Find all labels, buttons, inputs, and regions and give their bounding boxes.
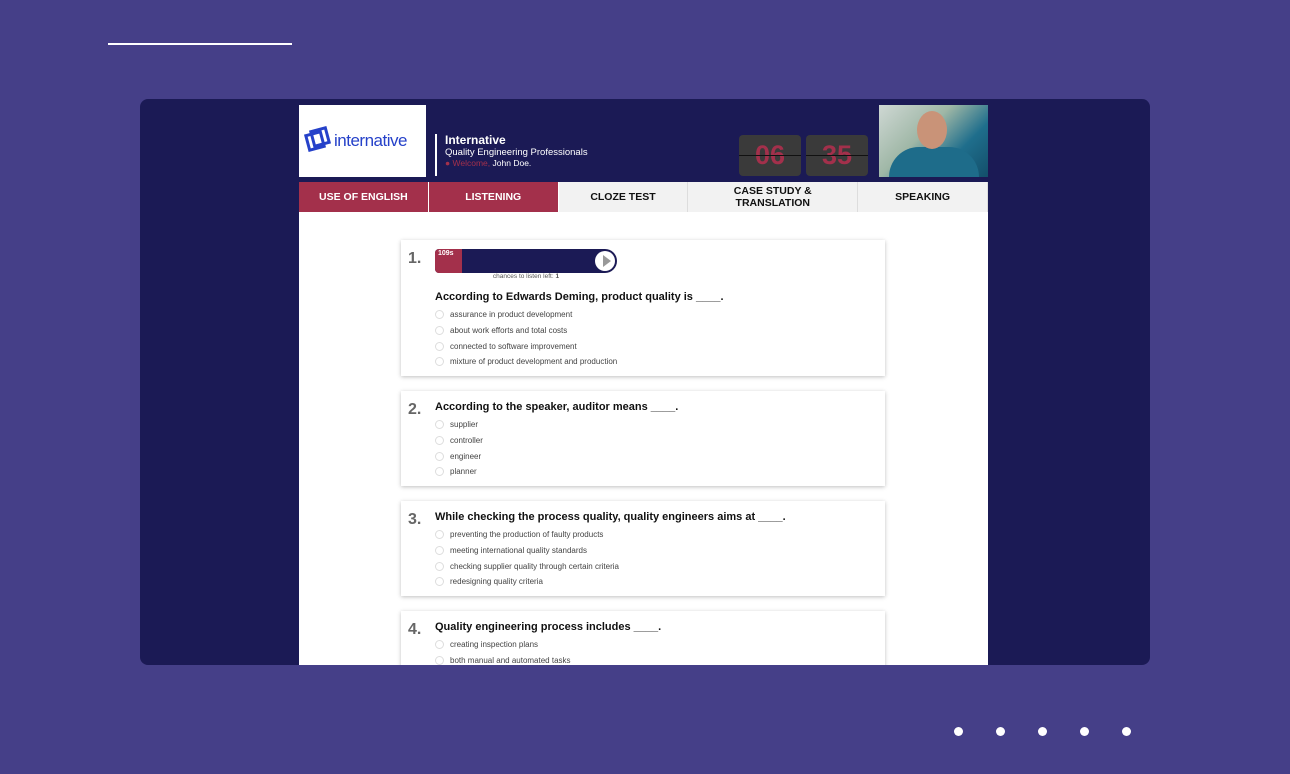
play-icon: [602, 255, 611, 267]
option-label: about work efforts and total costs: [450, 326, 568, 336]
radio-button[interactable]: [435, 310, 444, 320]
tab-cloze-test[interactable]: CLOZE TEST: [559, 182, 689, 212]
tab-listening[interactable]: LISTENING: [428, 182, 559, 212]
option-label: creating inspection plans: [450, 640, 539, 650]
answer-option[interactable]: supplier: [435, 417, 483, 433]
answer-option[interactable]: connected to software improvement: [435, 338, 617, 354]
logo-icon: [303, 125, 332, 154]
question-text: While checking the process quality, qual…: [435, 511, 786, 523]
options: supplier controller engineer planner: [435, 417, 483, 480]
audio-time: 109s: [438, 250, 454, 257]
webcam-preview: [879, 105, 988, 177]
section-tabs: USE OF ENGLISH LISTENING CLOZE TEST CASE…: [299, 182, 988, 212]
option-label: meeting international quality standards: [450, 546, 587, 556]
answer-option[interactable]: preventing the production of faulty prod…: [435, 527, 619, 543]
answer-option[interactable]: assurance in product development: [435, 307, 617, 323]
decorative-line: [108, 43, 292, 45]
exam-page: internative Internative Quality Engineer…: [299, 99, 988, 665]
radio-button[interactable]: [435, 420, 444, 430]
brand-info: Internative Quality Engineering Professi…: [445, 133, 588, 168]
audio-player[interactable]: 109s: [435, 249, 617, 273]
answer-option[interactable]: both manual and automated tasks: [435, 653, 571, 665]
answer-option[interactable]: mixture of product development and produ…: [435, 354, 617, 370]
radio-button[interactable]: [435, 530, 444, 540]
option-label: controller: [450, 436, 483, 446]
option-label: redesigning quality criteria: [450, 577, 543, 587]
option-label: assurance in product development: [450, 310, 573, 320]
radio-button[interactable]: [435, 436, 444, 446]
radio-button[interactable]: [435, 467, 444, 477]
answer-option[interactable]: checking supplier quality through certai…: [435, 558, 619, 574]
dot[interactable]: [996, 727, 1005, 736]
user-name: John Doe.: [492, 158, 532, 168]
chances-count: 1: [555, 273, 560, 280]
option-label: both manual and automated tasks: [450, 656, 571, 665]
welcome-line: ● Welcome, John Doe.: [445, 158, 588, 168]
dot[interactable]: [1080, 727, 1089, 736]
option-label: mixture of product development and produ…: [450, 357, 618, 367]
logo-text: internative: [334, 131, 407, 150]
answer-option[interactable]: about work efforts and total costs: [435, 323, 617, 339]
radio-button[interactable]: [435, 577, 444, 587]
option-label: engineer: [450, 451, 482, 461]
chances-text: chances to listen left: 1: [435, 273, 617, 280]
options: assurance in product development about wo…: [435, 307, 617, 370]
option-label: preventing the production of faulty prod…: [450, 530, 604, 540]
brand-subtitle: Quality Engineering Professionals: [445, 147, 588, 158]
question-number: 4.: [408, 621, 422, 638]
answer-option[interactable]: planner: [435, 464, 483, 480]
question-card: 2. According to the speaker, auditor mea…: [401, 391, 885, 486]
question-card: 1. 109s chances to listen left: 1 Accord…: [401, 240, 885, 376]
play-button[interactable]: [595, 251, 615, 271]
radio-button[interactable]: [435, 656, 444, 665]
chances-label: chances to listen left:: [492, 273, 554, 280]
radio-button[interactable]: [435, 640, 444, 650]
answer-option[interactable]: meeting international quality standards: [435, 543, 619, 559]
tab-case-study[interactable]: CASE STUDY & TRANSLATION: [688, 182, 859, 212]
pagination-dots: [954, 727, 1131, 736]
option-label: connected to software improvement: [450, 341, 577, 351]
radio-button[interactable]: [435, 561, 444, 571]
option-label: planner: [450, 467, 477, 477]
question-text: Quality engineering process includes ___…: [435, 621, 662, 633]
options: preventing the production of faulty prod…: [435, 527, 619, 590]
app-frame: internative Internative Quality Engineer…: [140, 99, 1150, 665]
option-label: checking supplier quality through certai…: [450, 561, 619, 571]
divider: [435, 134, 437, 176]
dot[interactable]: [1038, 727, 1047, 736]
brand-title: Internative: [445, 133, 506, 147]
question-number: 3.: [408, 511, 422, 528]
question-text: According to the speaker, auditor means …: [435, 401, 679, 413]
tab-use-of-english[interactable]: USE OF ENGLISH: [299, 182, 429, 212]
timer-minutes: 06: [739, 135, 801, 176]
radio-button[interactable]: [435, 341, 444, 351]
question-card: 4. Quality engineering process includes …: [401, 611, 885, 665]
radio-button[interactable]: [435, 546, 444, 556]
answer-option[interactable]: controller: [435, 433, 483, 449]
radio-button[interactable]: [435, 451, 444, 461]
question-number: 2.: [408, 401, 422, 418]
answer-option[interactable]: creating inspection plans: [435, 637, 571, 653]
dot[interactable]: [954, 727, 963, 736]
question-text: According to Edwards Deming, product qua…: [435, 291, 724, 303]
dot[interactable]: [1122, 727, 1131, 736]
timer-seconds: 35: [806, 135, 868, 176]
options: creating inspection plans both manual and…: [435, 637, 571, 665]
radio-button[interactable]: [435, 326, 444, 336]
option-label: supplier: [450, 420, 479, 430]
answer-option[interactable]: redesigning quality criteria: [435, 574, 619, 590]
radio-button[interactable]: [435, 357, 444, 367]
welcome-label: Welcome,: [452, 158, 491, 168]
question-card: 3. While checking the process quality, q…: [401, 501, 885, 596]
header: internative Internative Quality Engineer…: [299, 99, 988, 182]
answer-option[interactable]: engineer: [435, 448, 483, 464]
logo: internative: [299, 105, 426, 177]
tab-speaking[interactable]: SPEAKING: [858, 182, 988, 212]
question-number: 1.: [408, 250, 422, 267]
user-icon: ●: [445, 158, 451, 168]
